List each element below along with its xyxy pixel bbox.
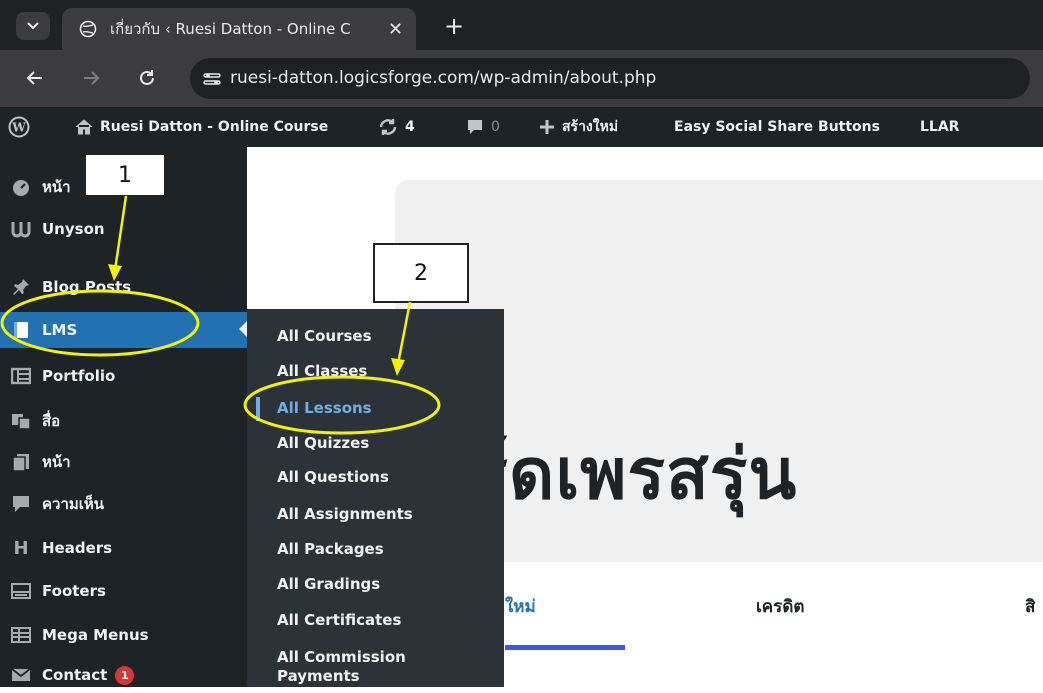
sidebar-item-headers[interactable]: H Headers [0, 530, 247, 566]
admin-bar-new[interactable]: สร้างใหม่ [539, 107, 618, 147]
mail-icon [10, 664, 32, 686]
svg-text:W: W [11, 121, 26, 135]
dashboard-icon [10, 176, 32, 198]
sidebar-item-mega-menus[interactable]: Mega Menus [0, 617, 247, 653]
updates-icon [378, 118, 398, 136]
comments-count: 0 [491, 119, 500, 135]
sidebar-item-label: ความเห็น [42, 495, 105, 513]
tab-whats-new[interactable]: ใหม่ [505, 593, 536, 620]
submenu-item-label: All Assignments [277, 505, 413, 523]
browser-tab[interactable]: เกี่ยวกับ ‹ Ruesi Datton - Online C ✕ [62, 8, 416, 50]
new-label: สร้างใหม่ [562, 119, 619, 135]
sidebar-item-label: Footers [42, 582, 106, 600]
book-icon [10, 319, 32, 341]
home-icon [75, 119, 93, 135]
sidebar-item-label: Unyson [42, 220, 105, 238]
sidebar-item-label: Blog Posts [42, 278, 132, 296]
admin-bar-llar[interactable]: LLAR [920, 107, 959, 147]
updates-count: 4 [405, 119, 415, 135]
submenu-item-all-lessons[interactable]: All Lessons [247, 397, 504, 421]
sidebar-item-label: Portfolio [42, 367, 116, 385]
site-name-label: Ruesi Datton - Online Course [100, 119, 329, 135]
submenu-item-label: All Questions [277, 468, 389, 486]
close-tab-icon[interactable]: ✕ [388, 19, 403, 40]
submenu-item-label: All Packages [277, 540, 384, 558]
sidebar-item-blog-posts[interactable]: Blog Posts [0, 269, 247, 305]
address-bar[interactable]: ruesi-datton.logicsforge.com/wp-admin/ab… [190, 58, 1030, 99]
sidebar-item-unyson[interactable]: Unyson [0, 211, 247, 247]
sidebar-item-pages[interactable]: หน้า [0, 444, 247, 480]
mega-menu-icon [10, 624, 32, 646]
browser-tab-strip: เกี่ยวกับ ‹ Ruesi Datton - Online C ✕ + [0, 0, 1043, 50]
submenu-item-label: All Courses [277, 327, 372, 345]
sidebar-item-label: Contact [42, 666, 108, 684]
submenu-item-all-packages[interactable]: All Packages [247, 540, 504, 559]
tab-search-button[interactable] [16, 12, 50, 40]
new-tab-button[interactable]: + [440, 12, 468, 40]
admin-bar-updates[interactable]: 4 [378, 107, 415, 147]
active-tab-underline [505, 645, 625, 650]
submenu-item-all-commission-payments[interactable]: All Commission Payments [247, 648, 427, 686]
footer-icon [10, 580, 32, 602]
sidebar-item-label: หน้า [42, 178, 71, 196]
submenu-item-all-gradings[interactable]: All Gradings [247, 575, 504, 594]
header-icon: H [13, 537, 29, 559]
submenu-item-all-quizzes[interactable]: All Quizzes [247, 434, 504, 453]
submenu-item-all-courses[interactable]: All Courses [247, 327, 504, 346]
browser-toolbar: ruesi-datton.logicsforge.com/wp-admin/ab… [0, 50, 1043, 107]
submenu-item-label: All Gradings [277, 575, 381, 593]
wordpress-logo-icon[interactable]: W [8, 107, 30, 147]
pin-icon [10, 276, 32, 298]
contact-count-badge: 1 [115, 665, 135, 685]
submenu-item-label: All Lessons [277, 399, 372, 417]
back-arrow-icon[interactable] [22, 65, 48, 91]
site-info-icon[interactable] [190, 58, 234, 99]
callout-box-2: 2 [373, 243, 469, 303]
sidebar-item-label: สื่อ [42, 412, 61, 430]
tab-credits[interactable]: เครดิต [756, 593, 804, 620]
tab-freedoms[interactable]: สิ [1025, 593, 1035, 620]
lms-submenu: All Courses All Classes All Lessons All … [247, 309, 504, 687]
globe-icon [78, 19, 98, 39]
sidebar-item-comments[interactable]: ความเห็น [0, 486, 247, 522]
sidebar-item-portfolio[interactable]: Portfolio [0, 358, 247, 394]
submenu-item-all-questions[interactable]: All Questions [247, 468, 504, 487]
submenu-item-label: All Certificates [277, 611, 402, 629]
chevron-down-icon [27, 22, 39, 30]
submenu-item-all-certificates[interactable]: All Certificates [247, 611, 504, 630]
sidebar-item-label: LMS [42, 321, 78, 339]
unyson-icon [10, 218, 32, 240]
portfolio-icon [10, 365, 32, 387]
comment-bubble-icon [466, 118, 484, 136]
submenu-item-all-assignments[interactable]: All Assignments [247, 505, 504, 524]
tab-title: เกี่ยวกับ ‹ Ruesi Datton - Online C [110, 20, 351, 38]
wp-admin-bar: W Ruesi Datton - Online Course 4 0 สร้าง… [0, 107, 1043, 147]
sidebar-item-contact[interactable]: Contact 1 [0, 657, 247, 693]
url-text: ruesi-datton.logicsforge.com/wp-admin/ab… [230, 68, 657, 88]
page-icon [10, 451, 32, 473]
submenu-item-label: All Quizzes [277, 434, 370, 452]
submenu-item-all-classes[interactable]: All Classes [247, 362, 504, 381]
admin-sidebar: หน้า Unyson Blog Posts LMS Portfolio สื่… [0, 147, 247, 687]
forward-arrow-icon[interactable] [78, 65, 104, 91]
submenu-item-label: All Classes [277, 362, 368, 380]
sidebar-item-label: หน้า [42, 453, 71, 471]
sidebar-item-lms[interactable]: LMS [0, 312, 247, 348]
sidebar-item-label: Headers [42, 539, 113, 557]
sidebar-item-label: Mega Menus [42, 626, 149, 644]
callout-box-1: 1 [84, 153, 166, 197]
admin-bar-easy-social[interactable]: Easy Social Share Buttons [674, 107, 880, 147]
plus-icon [539, 119, 555, 135]
admin-bar-comments[interactable]: 0 [466, 107, 500, 147]
submenu-item-label: All Commission Payments [277, 648, 406, 685]
sidebar-item-footers[interactable]: Footers [0, 573, 247, 609]
sidebar-item-media[interactable]: สื่อ [0, 403, 247, 439]
media-icon [10, 410, 32, 432]
admin-bar-site-name[interactable]: Ruesi Datton - Online Course [75, 107, 328, 147]
reload-icon[interactable] [134, 65, 160, 91]
comment-icon [10, 493, 32, 515]
